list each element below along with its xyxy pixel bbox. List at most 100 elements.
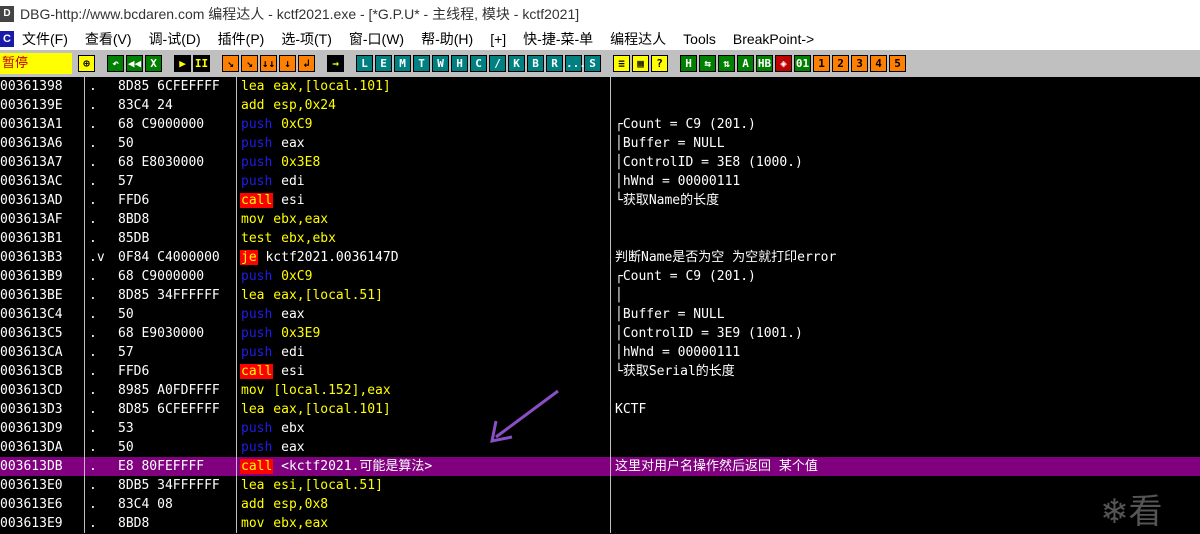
goto-button[interactable]: → [327, 55, 344, 72]
slot-3-button[interactable]: 3 [851, 55, 868, 72]
menu-shortcuts[interactable]: 快-捷-菜-单 [523, 29, 593, 49]
disasm-row[interactable]: 003613BE. 8D85 34FFFFFF lea eax,[local.51]… [0, 286, 1200, 305]
mnemonic: lea [241, 478, 265, 493]
help-button[interactable]: ? [651, 55, 668, 72]
mnemonic: lea [241, 402, 265, 417]
execute-till-return-button[interactable]: ↲ [298, 55, 315, 72]
pause-button[interactable]: II [193, 55, 210, 72]
disasm-row[interactable]: 003613B3 .v 0F84 C4000000 je kctf2021.00361… [0, 248, 1200, 267]
address-cell: 003613DA [0, 440, 63, 455]
target-button[interactable]: ◈ [775, 55, 792, 72]
hex-cell: 68 C9000000 [118, 117, 205, 132]
annotation-arrow [490, 389, 559, 443]
disasm-row[interactable]: 003613D3. 8D85 6CFEFFFF lea eax,[local.101… [0, 400, 1200, 419]
menu-file[interactable]: 文件(F) [22, 29, 68, 49]
cpu-button[interactable]: C [470, 55, 487, 72]
operand: <kctf2021.可能是算法> [273, 459, 433, 474]
hex-button[interactable]: H [680, 55, 697, 72]
binary-button[interactable]: 01 [794, 55, 811, 72]
disasm-row[interactable]: 003613AF. 8BD8 mov ebx,eax [0, 210, 1200, 229]
disasm-row[interactable]: 003613C4. 50 push eax │Buffer = NULL [0, 305, 1200, 324]
marker-cell: . [89, 421, 97, 436]
ascii-button[interactable]: A [737, 55, 754, 72]
menu-view[interactable]: 查看(V) [85, 29, 132, 49]
disasm-row[interactable]: 003613DA. 50 push eax [0, 438, 1200, 457]
disasm-row[interactable]: 003613E9. 8BD8 mov ebx,eax [0, 514, 1200, 533]
run-trace-button[interactable]: ... [565, 55, 586, 72]
disasm-row[interactable]: 003613B9. 68 C9000000 push 0xC9 ┌Count = C9… [0, 267, 1200, 286]
menu-app-icon[interactable]: C [0, 30, 14, 47]
menu-options[interactable]: 选-项(T) [281, 29, 332, 49]
patches-button[interactable]: / [489, 55, 506, 72]
disasm-row[interactable]: 003613CA. 57 push edi │hWnd = 00000111 [0, 343, 1200, 362]
instruction-cell: push 0xC9 [240, 267, 606, 286]
executable-modules-button[interactable]: E [375, 55, 392, 72]
rewind-button[interactable]: ◀◀ [126, 55, 143, 72]
step-into-button[interactable]: ↘ [222, 55, 239, 72]
disasm-row[interactable]: 003613A1. 68 C9000000 push 0xC9 ┌Count = C9… [0, 115, 1200, 134]
disasm-row[interactable]: 003613D9. 53 push ebx [0, 419, 1200, 438]
menu-help[interactable]: 帮-助(H) [421, 29, 473, 49]
breakpoints-button[interactable]: B [527, 55, 544, 72]
step-over-button[interactable]: ↘ [241, 55, 258, 72]
disasm-row[interactable]: 003613C5. 68 E9030000 push 0x3E9 │ControlID… [0, 324, 1200, 343]
operand [273, 117, 281, 132]
menu-window[interactable]: 窗-口(W) [349, 29, 404, 49]
memory-map-button[interactable]: M [394, 55, 411, 72]
run-button[interactable]: ▶ [174, 55, 191, 72]
hex-cell: 68 E8030000 [118, 155, 205, 170]
menu-plugins[interactable]: 插件(P) [218, 29, 265, 49]
operand: 0x3E9 [281, 326, 321, 341]
comment-cell: │ControlID = 3E8 (1000.) [615, 155, 803, 170]
disasm-row[interactable]: 003613CD. 8985 A0FDFFFF mov [local.152],ea… [0, 381, 1200, 400]
disasm-row[interactable]: 003613E6. 83C4 08 add esp,0x8 [0, 495, 1200, 514]
source-button[interactable]: S [584, 55, 601, 72]
disasm-row[interactable]: 003613B1. 85DB test ebx,ebx [0, 229, 1200, 248]
references-button[interactable]: R [546, 55, 563, 72]
instruction-cell: add esp,0x24 [240, 96, 606, 115]
disasm-row[interactable]: 003613A6. 50 push eax │Buffer = NULL [0, 134, 1200, 153]
mnemonic: push [241, 174, 273, 189]
disassembly-pane[interactable]: 00361398. 8D85 6CFEFFFF lea eax,[local.101… [0, 77, 1200, 533]
instruction-cell: je kctf2021.0036147D [240, 248, 606, 267]
slot-4-button[interactable]: 4 [870, 55, 887, 72]
disasm-row[interactable]: 0036139E. 83C4 24 add esp,0x24 [0, 96, 1200, 115]
disasm-row[interactable]: 003613AD. FFD6 call esi └获取Name的长度 [0, 191, 1200, 210]
comment-cell: │ControlID = 3E9 (1001.) [615, 326, 803, 341]
slot-1-button[interactable]: 1 [813, 55, 830, 72]
close-button[interactable]: X [145, 55, 162, 72]
disasm-row[interactable]: 003613A7. 68 E8030000 push 0x3E8 │ControlID… [0, 153, 1200, 172]
menu-bcdaren[interactable]: 编程达人 [610, 29, 666, 49]
operand: esp, [265, 98, 305, 113]
sort-button[interactable]: ⇅ [718, 55, 735, 72]
windows-button[interactable]: W [432, 55, 449, 72]
grid-button[interactable]: ▦ [632, 55, 649, 72]
disasm-row[interactable]: 00361398. 8D85 6CFEFFFF lea eax,[local.101… [0, 77, 1200, 96]
list-button[interactable]: ≡ [613, 55, 630, 72]
title-bar: D DBG-http://www.bcdaren.com 编程达人 - kctf… [0, 0, 1200, 27]
open-button[interactable]: ⊕ [78, 55, 95, 72]
trace-into-button[interactable]: ↓↓ [260, 55, 277, 72]
hb-button[interactable]: HB [756, 55, 773, 72]
menu-tools[interactable]: Tools [683, 31, 716, 47]
menu-debug[interactable]: 调-试(D) [149, 29, 201, 49]
trace-over-button[interactable]: ↓ [279, 55, 296, 72]
slot-5-button[interactable]: 5 [889, 55, 906, 72]
swap-button[interactable]: ⇆ [699, 55, 716, 72]
marker-cell: . [89, 383, 97, 398]
disasm-row[interactable]: 003613DB. E8 80FEFFFF call <kctf2021.可能是算法… [0, 457, 1200, 476]
restart-button[interactable]: ↶ [107, 55, 124, 72]
handles-button[interactable]: H [451, 55, 468, 72]
call-stack-button[interactable]: K [508, 55, 525, 72]
disasm-row[interactable]: 003613CB. FFD6 call esi └获取Serial的长度 [0, 362, 1200, 381]
disasm-row[interactable]: 003613AC. 57 push edi │hWnd = 00000111 [0, 172, 1200, 191]
slot-2-button[interactable]: 2 [832, 55, 849, 72]
disasm-row[interactable]: 003613E0. 8DB5 34FFFFFF lea esi,[local.51] [0, 476, 1200, 495]
hex-cell: 85DB [118, 231, 150, 246]
operand: [local.51] [304, 288, 383, 303]
menu-plus[interactable]: [+] [490, 31, 506, 47]
log-button[interactable]: L [356, 55, 373, 72]
menu-breakpoint[interactable]: BreakPoint-> [733, 31, 814, 47]
hex-cell: 8D85 34FFFFFF [118, 288, 220, 303]
threads-button[interactable]: T [413, 55, 430, 72]
